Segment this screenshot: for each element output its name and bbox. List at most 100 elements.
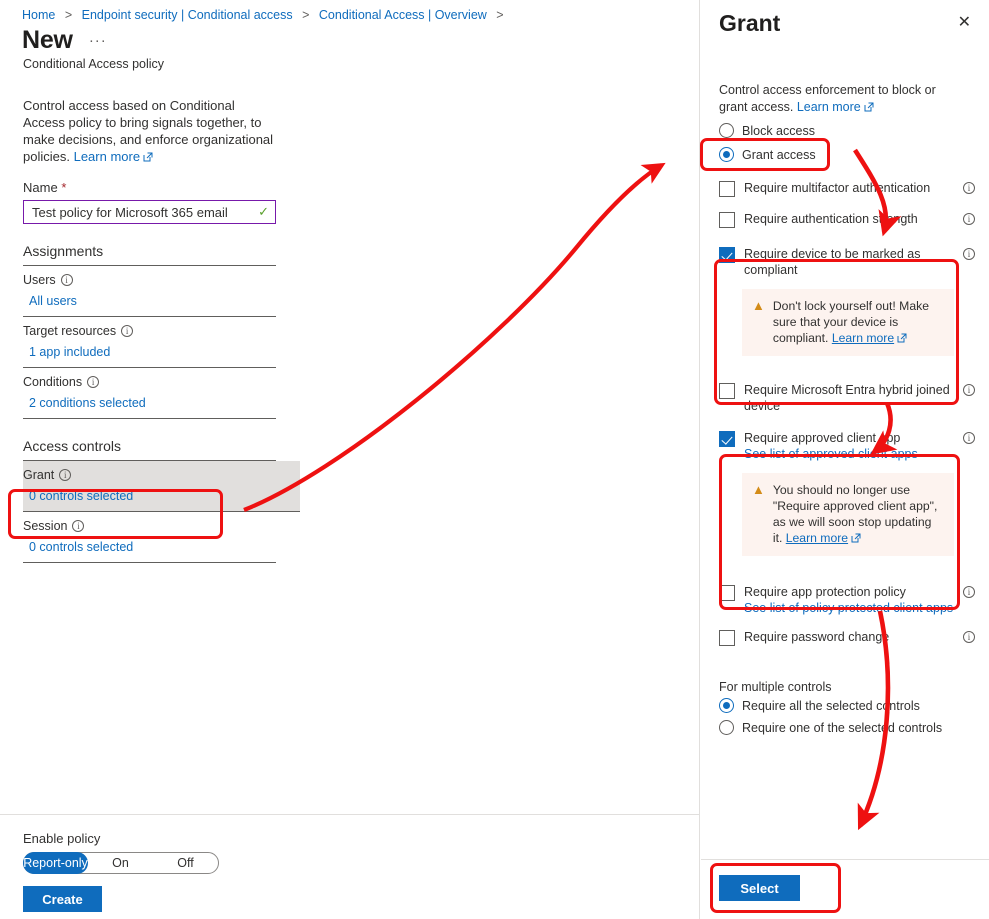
external-link-icon (864, 100, 874, 117)
warning-triangle-icon: ▲ (752, 298, 765, 313)
select-button[interactable]: Select (719, 875, 800, 901)
checkbox-unchecked-icon[interactable] (719, 630, 735, 646)
page-title: New (22, 26, 73, 54)
grant-panel-footer: Select (701, 859, 989, 919)
name-input[interactable] (30, 203, 259, 221)
breadcrumb-separator: > (302, 8, 310, 22)
control-label: Require app protection policy (744, 585, 906, 599)
control-require-app-protection-policy[interactable]: Require app protection policy See list o… (719, 584, 975, 616)
control-label: Require device to be marked as compliant (744, 247, 921, 277)
access-control-row-session-label: Session (23, 519, 68, 533)
enable-policy-option-report-only[interactable]: Report-only (23, 852, 88, 874)
see-policy-protected-client-apps-link[interactable]: See list of policy protected client apps (744, 600, 954, 616)
radio-checked-icon[interactable] (719, 698, 734, 713)
breadcrumb-separator: > (496, 8, 504, 22)
radio-grant-access[interactable]: Grant access (719, 147, 975, 162)
more-options-icon[interactable]: ··· (89, 33, 107, 48)
multiple-controls-header: For multiple controls (719, 680, 832, 694)
row-label: Conditions i (23, 375, 276, 389)
radio-grant-access-label: Grant access (742, 147, 816, 162)
radio-checked-icon[interactable] (719, 147, 734, 162)
radio-require-one-selected-control[interactable]: Require one of the selected controls (719, 720, 975, 735)
grant-panel-title: Grant (719, 10, 781, 36)
radio-unchecked-icon[interactable] (719, 123, 734, 138)
assignment-row-target-resources[interactable]: Target resources i 1 app included (23, 317, 276, 368)
checkbox-unchecked-icon[interactable] (719, 383, 735, 399)
control-require-device-marked-compliant[interactable]: Require device to be marked as compliant… (719, 246, 975, 278)
grant-description-learn-more-link[interactable]: Learn more (797, 100, 861, 114)
access-control-row-session-value[interactable]: 0 controls selected (23, 540, 276, 554)
control-label-block: Require approved client app See list of … (744, 430, 954, 462)
breadcrumb-separator: > (64, 8, 73, 22)
control-require-multifactor-authentication[interactable]: Require multifactor authentication i (719, 180, 975, 197)
info-icon[interactable]: i (59, 469, 72, 481)
assignment-row-users[interactable]: Users i All users (23, 266, 276, 317)
checkbox-unchecked-icon[interactable] (719, 212, 735, 228)
assignment-row-target-resources-label: Target resources (23, 324, 117, 338)
external-link-icon (851, 531, 861, 547)
control-require-entra-hybrid-joined-device[interactable]: Require Microsoft Entra hybrid joined de… (719, 382, 975, 414)
control-label-block: Require app protection policy See list o… (744, 584, 954, 616)
grant-panel-header: Grant ✕ (701, 0, 989, 37)
warning-learn-more-link[interactable]: Learn more (786, 531, 848, 545)
page-title-row: New ··· (0, 22, 699, 55)
assignment-row-conditions-value[interactable]: 2 conditions selected (23, 396, 276, 410)
info-icon[interactable]: i (963, 384, 975, 396)
info-icon[interactable]: i (121, 325, 134, 337)
warning-text: You should no longer use "Require approv… (773, 482, 944, 546)
policy-intro-learn-more-link[interactable]: Learn more (74, 149, 140, 164)
info-icon[interactable]: i (963, 586, 975, 598)
control-label: Require password change (744, 630, 890, 644)
info-icon[interactable]: i (963, 248, 975, 260)
assignments-section-header: Assignments (23, 243, 276, 266)
warning-triangle-icon: ▲ (752, 482, 765, 497)
info-icon[interactable]: i (72, 520, 85, 532)
enable-policy-toggle-group[interactable]: Report-only On Off (23, 852, 219, 874)
enable-policy-option-on[interactable]: On (88, 853, 153, 873)
checkbox-unchecked-icon[interactable] (719, 181, 735, 197)
warning-compliant-device: ▲ Don't lock yourself out! Make sure tha… (742, 289, 954, 356)
row-label: Grant i (23, 468, 300, 482)
access-control-row-grant-value[interactable]: 0 controls selected (23, 489, 300, 503)
radio-require-all-selected-controls[interactable]: Require all the selected controls (719, 698, 975, 713)
breadcrumb-item-endpoint-security[interactable]: Endpoint security | Conditional access (82, 8, 293, 22)
radio-unchecked-icon[interactable] (719, 720, 734, 735)
checkbox-checked-icon[interactable] (719, 247, 735, 263)
control-require-approved-client-app[interactable]: Require approved client app See list of … (719, 430, 975, 462)
assignment-row-users-label: Users (23, 273, 56, 287)
grant-panel-body: Control access enforcement to block or g… (701, 82, 989, 735)
create-button[interactable]: Create (23, 886, 102, 912)
control-require-authentication-strength[interactable]: Require authentication strength i (719, 211, 975, 228)
control-require-password-change[interactable]: Require password change i (719, 629, 975, 646)
access-control-row-session[interactable]: Session i 0 controls selected (23, 512, 276, 563)
warning-approved-client-app: ▲ You should no longer use "Require appr… (742, 473, 954, 556)
access-control-row-grant[interactable]: Grant i 0 controls selected (23, 461, 300, 512)
info-icon[interactable]: i (963, 432, 975, 444)
assignment-row-conditions[interactable]: Conditions i 2 conditions selected (23, 368, 276, 419)
grant-panel-description: Control access enforcement to block or g… (719, 82, 951, 116)
info-icon[interactable]: i (87, 376, 100, 388)
assignment-row-users-value[interactable]: All users (23, 294, 276, 308)
info-icon[interactable]: i (60, 274, 73, 286)
enable-policy-option-off[interactable]: Off (153, 853, 218, 873)
row-label: Target resources i (23, 324, 276, 338)
info-icon[interactable]: i (963, 631, 975, 643)
info-icon[interactable]: i (963, 213, 975, 225)
row-label: Users i (23, 273, 276, 287)
external-link-icon (143, 149, 153, 166)
checkbox-unchecked-icon[interactable] (719, 585, 735, 601)
row-label: Session i (23, 519, 276, 533)
see-approved-client-apps-link[interactable]: See list of approved client apps (744, 446, 954, 462)
breadcrumb-item-home[interactable]: Home (22, 8, 55, 22)
enable-policy-label: Enable policy (23, 831, 101, 846)
warning-learn-more-link[interactable]: Learn more (832, 331, 894, 345)
checkbox-checked-icon[interactable] (719, 431, 735, 447)
radio-block-access[interactable]: Block access (719, 123, 975, 138)
name-field-wrapper[interactable]: ✓ (23, 200, 276, 224)
valid-checkmark-icon: ✓ (258, 204, 269, 219)
radio-block-access-label: Block access (742, 123, 815, 138)
assignment-row-target-resources-value[interactable]: 1 app included (23, 345, 276, 359)
breadcrumb-item-conditional-access-overview[interactable]: Conditional Access | Overview (319, 8, 487, 22)
info-icon[interactable]: i (963, 182, 975, 194)
close-icon[interactable]: ✕ (954, 10, 975, 36)
